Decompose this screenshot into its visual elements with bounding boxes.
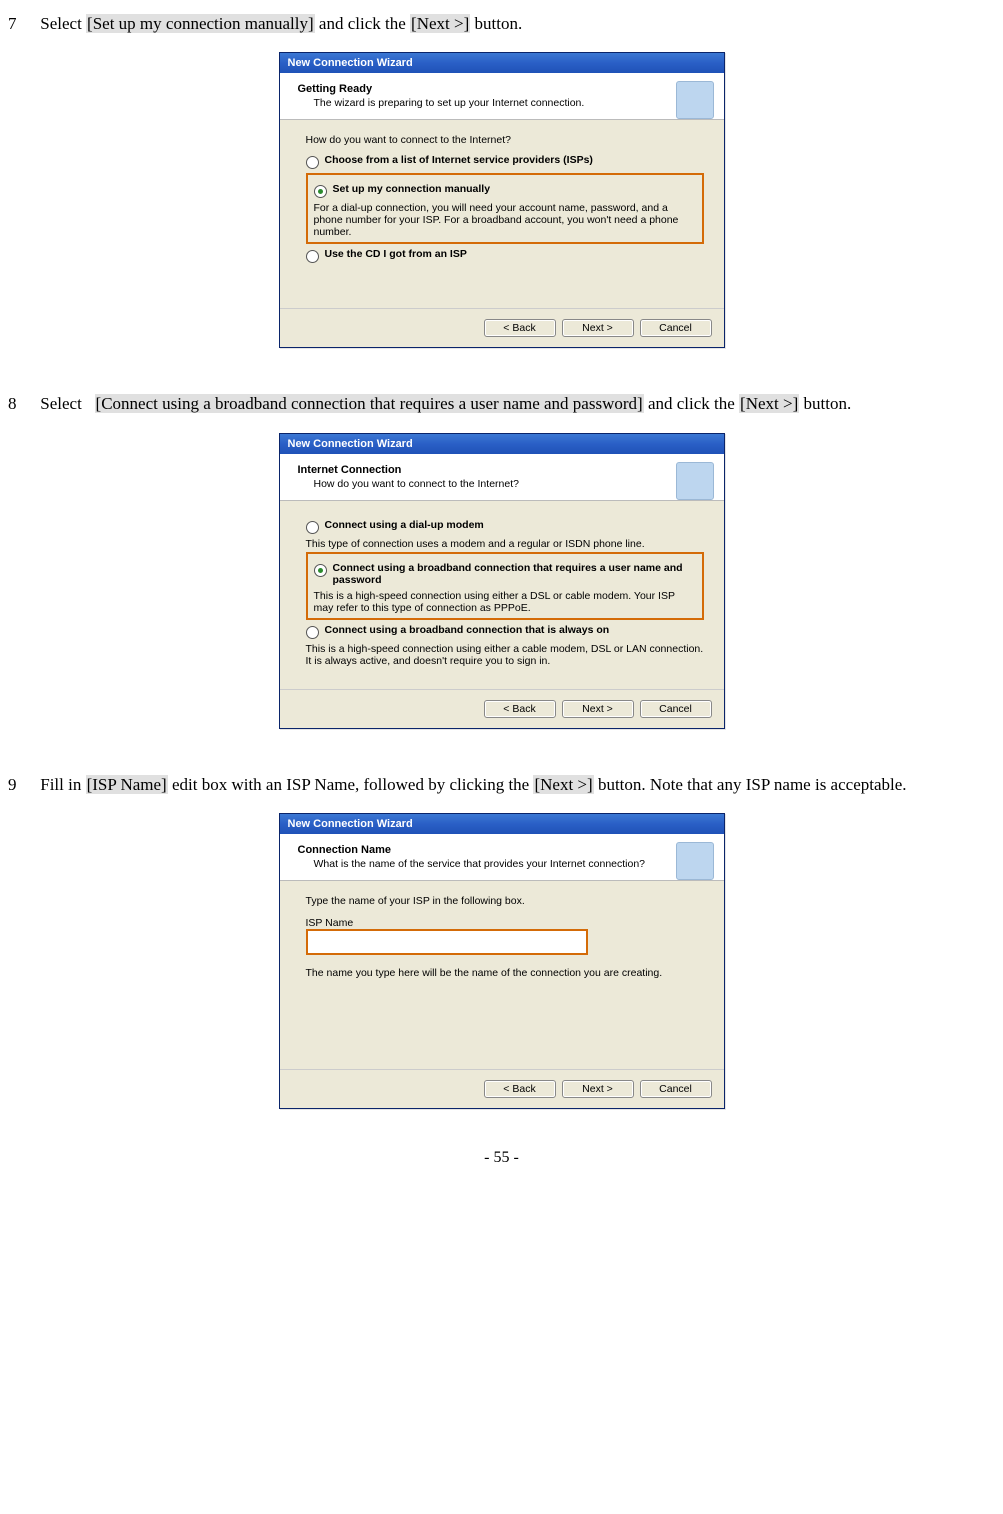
- wizard-subheading: What is the name of the service that pro…: [314, 858, 710, 870]
- back-button[interactable]: < Back: [484, 1080, 556, 1098]
- wizard-step9: New Connection Wizard Connection Name Wh…: [279, 813, 725, 1109]
- titlebar: New Connection Wizard: [280, 53, 724, 73]
- wizard-header: Getting Ready The wizard is preparing to…: [280, 73, 724, 120]
- radio-icon: [306, 250, 319, 263]
- isp-note: The name you type here will be the name …: [306, 967, 704, 979]
- cancel-button[interactable]: Cancel: [640, 700, 712, 718]
- wizard-header-icon: [676, 842, 714, 880]
- radio-option-dialup[interactable]: Connect using a dial-up modem: [306, 519, 704, 534]
- cancel-button[interactable]: Cancel: [640, 1080, 712, 1098]
- radio-option-cd[interactable]: Use the CD I got from an ISP: [306, 248, 704, 263]
- wizard-header: Internet Connection How do you want to c…: [280, 454, 724, 501]
- step-7-instruction: 7 Select [Set up my connection manually]…: [8, 8, 995, 40]
- selected-option-highlight: Set up my connection manually For a dial…: [306, 173, 704, 244]
- radio-icon-selected: [314, 185, 327, 198]
- step-8-instruction: 8 Select [Connect using a broadband conn…: [8, 388, 995, 420]
- radio-icon: [306, 626, 319, 639]
- next-button[interactable]: Next >: [562, 319, 634, 337]
- radio-icon: [306, 156, 319, 169]
- wizard-heading: Connection Name: [298, 844, 710, 856]
- isp-prompt: Type the name of your ISP in the followi…: [306, 895, 704, 907]
- wizard-heading: Getting Ready: [298, 83, 710, 95]
- back-button[interactable]: < Back: [484, 319, 556, 337]
- radio-icon-selected: [314, 564, 327, 577]
- next-button[interactable]: Next >: [562, 1080, 634, 1098]
- step-9-instruction: 9 Fill in [ISP Name] edit box with an IS…: [8, 769, 995, 801]
- titlebar: New Connection Wizard: [280, 814, 724, 834]
- titlebar: New Connection Wizard: [280, 434, 724, 454]
- wizard-header: Connection Name What is the name of the …: [280, 834, 724, 881]
- option-description: This is a high-speed connection using ei…: [306, 643, 704, 667]
- wizard-subheading: The wizard is preparing to set up your I…: [314, 97, 710, 109]
- radio-option-broadband-userpw[interactable]: Connect using a broadband connection tha…: [314, 562, 696, 586]
- wizard-header-icon: [676, 81, 714, 119]
- wizard-heading: Internet Connection: [298, 464, 710, 476]
- option-description: This is a high-speed connection using ei…: [314, 590, 696, 614]
- radio-option-isp-list[interactable]: Choose from a list of Internet service p…: [306, 154, 704, 169]
- page-number: - 55 -: [8, 1149, 995, 1167]
- option-description: This type of connection uses a modem and…: [306, 538, 704, 550]
- wizard-step8: New Connection Wizard Internet Connectio…: [279, 433, 725, 729]
- radio-option-manual[interactable]: Set up my connection manually: [314, 183, 696, 198]
- radio-icon: [306, 521, 319, 534]
- radio-option-broadband-always[interactable]: Connect using a broadband connection tha…: [306, 624, 704, 639]
- wizard-subheading: How do you want to connect to the Intern…: [314, 478, 710, 490]
- isp-name-input[interactable]: [306, 929, 588, 955]
- selected-option-highlight: Connect using a broadband connection tha…: [306, 552, 704, 620]
- wizard-step7: New Connection Wizard Getting Ready The …: [279, 52, 725, 348]
- wizard-header-icon: [676, 462, 714, 500]
- option-description: For a dial-up connection, you will need …: [314, 202, 696, 238]
- isp-name-label: ISP Name: [306, 917, 704, 929]
- back-button[interactable]: < Back: [484, 700, 556, 718]
- wizard-question: How do you want to connect to the Intern…: [306, 134, 704, 146]
- cancel-button[interactable]: Cancel: [640, 319, 712, 337]
- next-button[interactable]: Next >: [562, 700, 634, 718]
